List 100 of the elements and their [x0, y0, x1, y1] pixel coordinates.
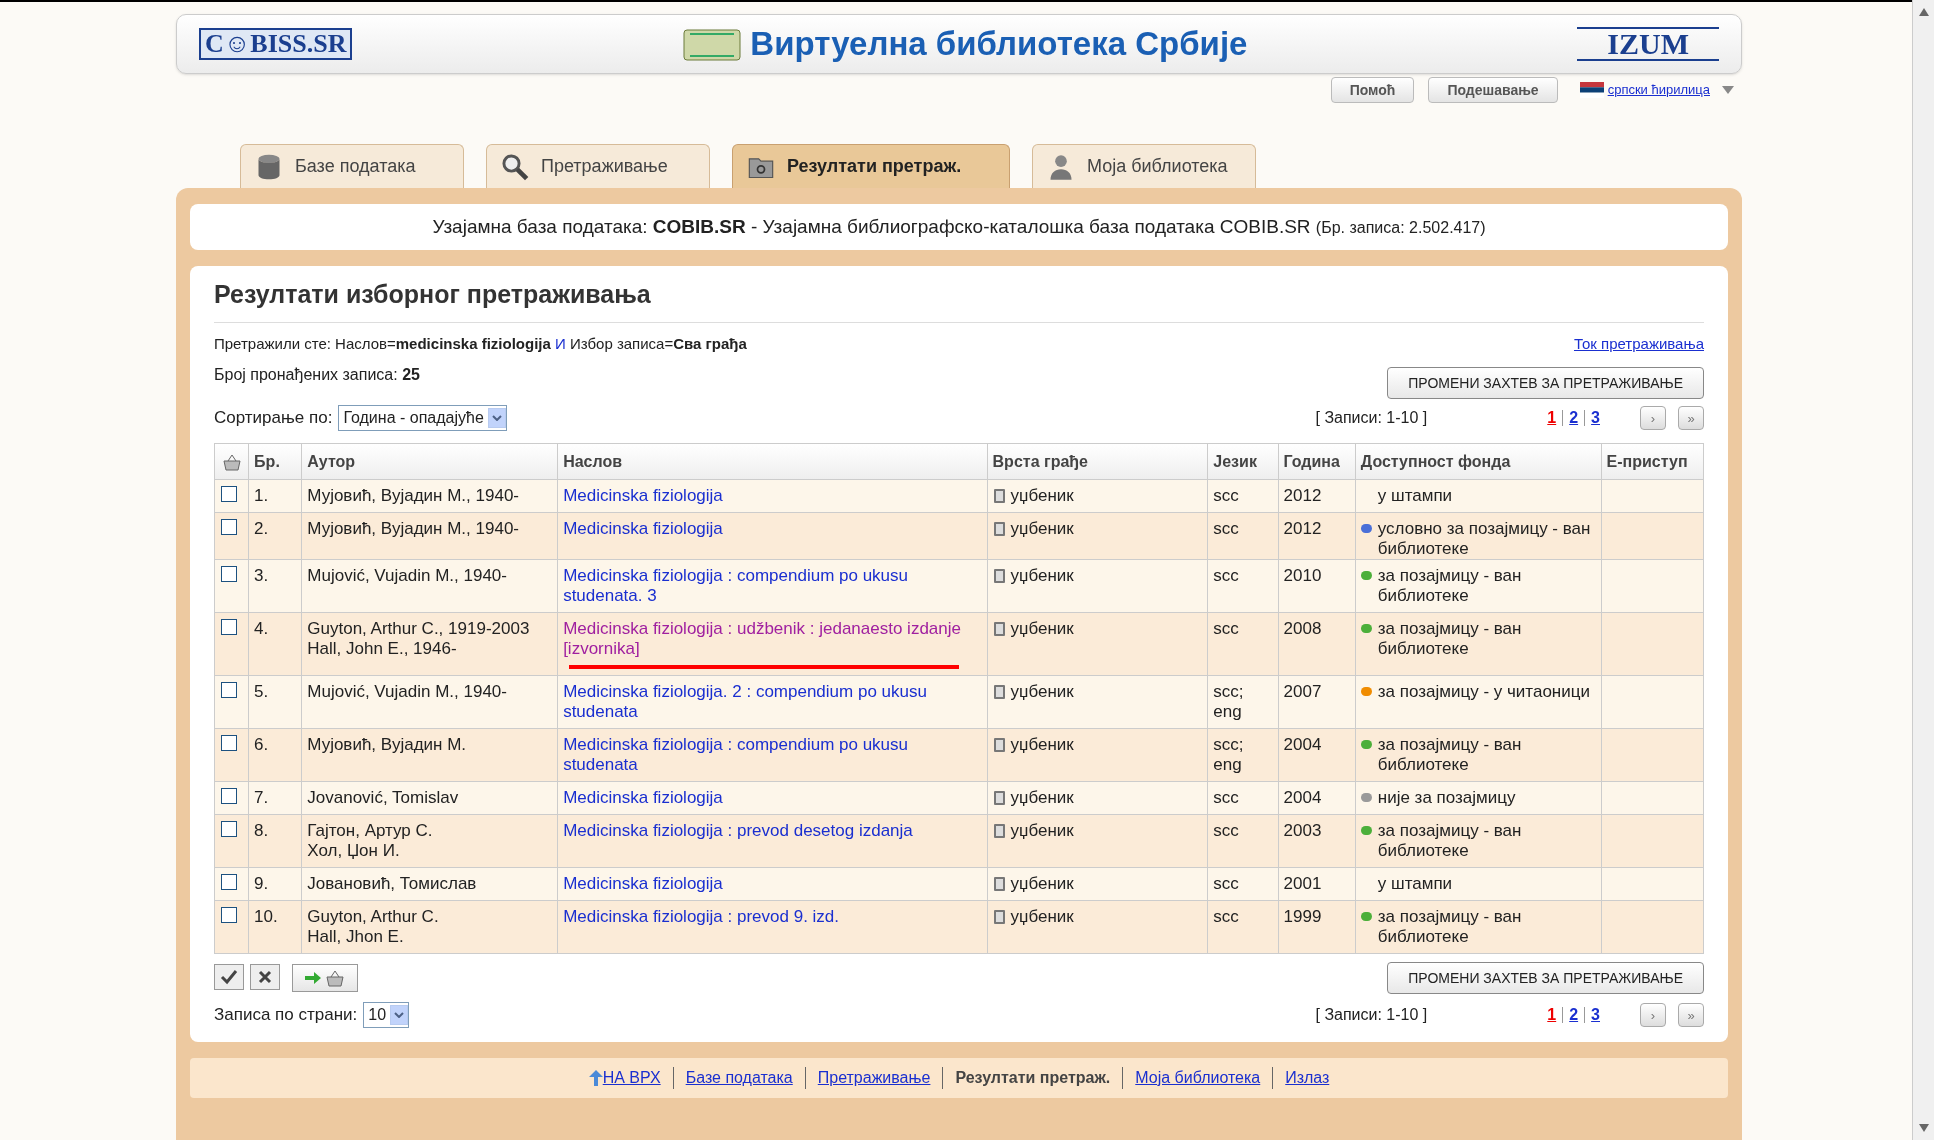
- availability: за позајмицу - у читаоници: [1377, 682, 1590, 702]
- results-title: Резултати изборног претраживања: [214, 276, 1704, 323]
- column-header: Аутор: [301, 443, 558, 480]
- row-checkbox[interactable]: [221, 821, 237, 837]
- language-code: scc: [1213, 519, 1240, 539]
- language-code: scc;: [1213, 682, 1245, 702]
- availability: за позајмицу - ван библиотеке: [1377, 566, 1523, 606]
- basket-icon: [221, 452, 242, 471]
- per-page-select[interactable]: 10: [363, 1002, 410, 1028]
- records-range: [ Записи: 1-10 ]: [1315, 408, 1428, 428]
- close-icon: [258, 970, 272, 984]
- author: Мујовић, Вујадин М., 1940-: [307, 486, 520, 506]
- footer-link[interactable]: Резултати претраж.: [955, 1066, 1111, 1090]
- year: 1999: [1283, 907, 1322, 926]
- footer-link[interactable]: Излаз: [1285, 1066, 1330, 1090]
- year: 2010: [1283, 566, 1322, 585]
- page-nav-button[interactable]: »: [1678, 1003, 1704, 1027]
- tab[interactable]: Резултати претраж.: [732, 144, 1010, 188]
- language-code: scc: [1213, 821, 1240, 841]
- page-nav-button[interactable]: ›: [1640, 406, 1666, 430]
- row-number: 9.: [254, 874, 269, 893]
- tab[interactable]: Претраживање: [486, 144, 710, 188]
- database-info: Узајамна база података: COBIB.SR - Узајамна библиографско-каталошка база података COBIB.SR (Бр. записа: 2.502.417): [432, 214, 1486, 239]
- row-checkbox[interactable]: [221, 486, 237, 502]
- book-icon: [992, 521, 1007, 537]
- material-type: уџбеник: [1010, 874, 1074, 894]
- row-checkbox[interactable]: [221, 682, 237, 698]
- language-code: scc: [1213, 566, 1240, 586]
- header-button[interactable]: Подешавање: [1428, 77, 1558, 103]
- page-link[interactable]: 1: [1547, 1003, 1557, 1027]
- language-code: scc: [1213, 619, 1240, 639]
- row-checkbox[interactable]: [221, 874, 237, 890]
- page-link[interactable]: 2: [1569, 406, 1579, 430]
- author: Гајтон, Артур С.: [307, 821, 434, 841]
- footer-link[interactable]: Претраживање: [817, 1066, 931, 1090]
- header-button[interactable]: Помоћ: [1330, 77, 1415, 103]
- row-checkbox[interactable]: [221, 619, 237, 635]
- page-link[interactable]: 1: [1547, 406, 1557, 430]
- row-number: 10.: [254, 907, 278, 926]
- year: 2001: [1283, 874, 1322, 893]
- availability: није за позајмицу: [1377, 788, 1516, 808]
- availability: за позајмицу - ван библиотеке: [1377, 735, 1523, 775]
- row-checkbox[interactable]: [221, 907, 237, 923]
- row-number: 7.: [254, 788, 269, 807]
- row-checkbox[interactable]: [221, 788, 237, 804]
- book-icon: [992, 684, 1007, 700]
- material-type: уџбеник: [1010, 788, 1074, 808]
- footer-link[interactable]: НА ВРХ: [602, 1066, 661, 1090]
- column-header: Е-приступ: [1601, 443, 1704, 480]
- search-history-link[interactable]: Ток претраживања: [1574, 332, 1704, 355]
- author: Мујовић, Вујадин М., 1940-: [307, 519, 520, 539]
- add-to-basket-button[interactable]: [292, 964, 358, 992]
- sort-label: Сортирање по:: [214, 407, 333, 430]
- availability: за позајмицу - ван библиотеке: [1377, 907, 1523, 947]
- page-nav-button[interactable]: ›: [1640, 1003, 1666, 1027]
- book-icon: [992, 790, 1007, 806]
- book-icon: [992, 488, 1007, 504]
- year: 2007: [1283, 682, 1322, 701]
- row-checkbox[interactable]: [221, 566, 237, 582]
- page-link[interactable]: 3: [1591, 1003, 1600, 1027]
- row-number: 6.: [254, 735, 269, 754]
- author: Hall, Jhon E.: [307, 927, 405, 947]
- deselect-all-button[interactable]: [250, 964, 280, 990]
- book-icon: [992, 568, 1007, 584]
- year: 2004: [1283, 735, 1322, 754]
- row-number: 8.: [254, 821, 269, 840]
- availability: у штампи: [1377, 486, 1453, 506]
- footer-link[interactable]: Базе података: [685, 1066, 793, 1090]
- arrow-basket-icon: [303, 969, 347, 987]
- records-range: [ Записи: 1-10 ]: [1315, 1005, 1428, 1025]
- author: Хол, Џон И.: [307, 841, 401, 861]
- language-code: scc: [1213, 907, 1240, 927]
- sort-select[interactable]: Година - опадајуће: [338, 405, 507, 431]
- material-type: уџбеник: [1010, 682, 1074, 702]
- language-code: scc: [1213, 788, 1240, 808]
- row-checkbox[interactable]: [221, 735, 237, 751]
- language-code: eng: [1213, 755, 1243, 775]
- page-link[interactable]: 2: [1569, 1003, 1579, 1027]
- caret-icon: [1722, 86, 1734, 94]
- year: 2003: [1283, 821, 1322, 840]
- found-count: Број пронађених записа: 25: [214, 365, 420, 385]
- row-number: 4.: [254, 619, 269, 638]
- page-link[interactable]: 3: [1591, 406, 1600, 430]
- material-type: уџбеник: [1010, 907, 1074, 927]
- material-type: уџбеник: [1010, 619, 1074, 639]
- select-all-button[interactable]: [214, 964, 244, 990]
- year: 2012: [1283, 519, 1322, 538]
- tab[interactable]: Базе података: [240, 144, 464, 188]
- change-query-button[interactable]: ПРОМЕНИ ЗАХТЕВ ЗА ПРЕТРАЖИВАЊЕ: [1387, 962, 1704, 994]
- scroll-up-icon: [1918, 8, 1929, 16]
- column-header: Језик: [1207, 443, 1279, 480]
- change-query-button[interactable]: ПРОМЕНИ ЗАХТЕВ ЗА ПРЕТРАЖИВАЊЕ: [1387, 367, 1704, 399]
- availability: у штампи: [1377, 874, 1453, 894]
- row-checkbox[interactable]: [221, 519, 237, 535]
- book-icon: [992, 823, 1007, 839]
- page-nav-button[interactable]: »: [1678, 406, 1704, 430]
- tab[interactable]: Моја библиотека: [1032, 144, 1256, 188]
- language-selector[interactable]: српски ћирилица: [1607, 80, 1710, 100]
- footer-link[interactable]: Моја библиотека: [1135, 1066, 1261, 1090]
- author: Guyton, Arthur C.: [307, 907, 440, 927]
